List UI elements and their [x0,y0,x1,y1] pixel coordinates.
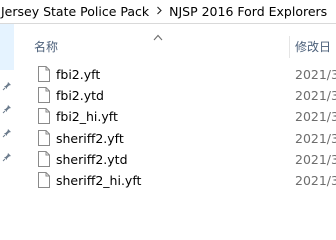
file-name[interactable]: fbi2_hi.yft [56,109,118,124]
navigation-pane[interactable] [0,24,22,234]
file-name[interactable]: fbi2.yft [56,67,100,82]
list-item[interactable]: sheriff2.yft 2021/3 [22,128,336,149]
column-header-modified[interactable]: 修改日 [295,38,331,55]
file-icon [38,172,50,188]
file-name[interactable]: sheriff2.yft [56,131,124,146]
file-date: 2021/3 [295,152,336,167]
file-date: 2021/3 [295,67,336,82]
file-list[interactable]: 名称 修改日 fbi2.yft 2021/3 fbi2.ytd 2021/3 f… [22,24,336,234]
list-item[interactable]: sheriff2_hi.yft 2021/3 [22,170,336,191]
file-icon [38,66,50,82]
file-name[interactable]: sheriff2.ytd [56,152,128,167]
file-name[interactable]: fbi2.ytd [56,88,104,103]
file-date: 2021/3 [295,131,336,146]
list-item[interactable]: sheriff2.ytd 2021/3 [22,149,336,170]
file-icon [38,87,50,103]
breadcrumb-item-njsp-2016-ford-explorers[interactable]: NJSP 2016 Ford Explorers [167,4,329,19]
pin-icon[interactable] [2,128,12,138]
list-item[interactable]: fbi2.yft 2021/3 [22,64,336,85]
list-item[interactable]: fbi2_hi.yft 2021/3 [22,106,336,127]
file-icon [38,130,50,146]
pin-icon[interactable] [2,104,12,114]
breadcrumb[interactable]: Jersey State Police Pack NJSP 2016 Ford … [0,0,336,24]
chevron-right-icon[interactable] [151,5,167,18]
file-icon [38,108,50,124]
file-date: 2021/3 [295,88,336,103]
file-date: 2021/3 [295,173,336,188]
column-header-name[interactable]: 名称 [34,38,58,55]
pin-icon[interactable] [2,81,12,91]
column-header-row: 名称 修改日 [22,36,336,58]
file-name[interactable]: sheriff2_hi.yft [56,173,141,188]
file-date: 2021/3 [295,109,336,124]
chevron-up-icon [153,26,163,41]
breadcrumb-item-jersey-state-police-pack[interactable]: Jersey State Police Pack [0,4,151,19]
list-item[interactable]: fbi2.ytd 2021/3 [22,85,336,106]
nav-hover-highlight [0,24,14,70]
column-divider[interactable] [289,36,290,58]
file-explorer-window: Jersey State Police Pack NJSP 2016 Ford … [0,0,336,234]
file-icon [38,151,50,167]
pin-icon[interactable] [2,152,12,162]
